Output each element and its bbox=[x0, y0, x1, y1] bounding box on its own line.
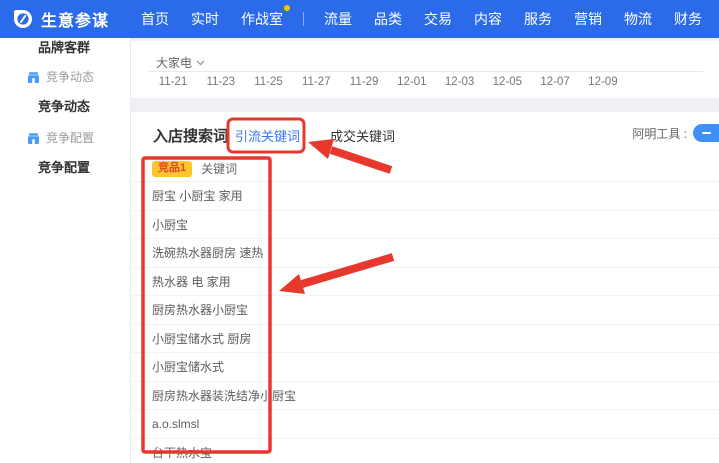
nav-item-marketing[interactable]: 营销 bbox=[563, 0, 613, 38]
axis-tick: 12-01 bbox=[397, 76, 427, 88]
keyword-row: a.o.slmsl bbox=[131, 410, 719, 439]
axis-tick: 12-09 bbox=[588, 76, 618, 88]
nav-menu: 首页 实时 作战室 流量 品类 交易 内容 服务 营销 物流 财务 市场 竞争 bbox=[130, 0, 719, 38]
keyword-row: 厨宝 小厨宝 家用 bbox=[131, 182, 719, 211]
sidebar-item-label: 竞争动态 bbox=[46, 70, 95, 84]
sidebar-item-competition-trends[interactable]: 竞争动态 bbox=[0, 67, 124, 87]
building-icon bbox=[28, 71, 39, 83]
app-window: 生意参谋 首页 实时 作战室 流量 品类 交易 内容 服务 营销 物流 财务 市… bbox=[0, 0, 719, 463]
keyword-tabs: 引流关键词 成交关键词 bbox=[235, 126, 395, 153]
x-axis-line bbox=[149, 71, 703, 72]
section-header: 入店搜索词 引流关键词 成交关键词 阿明工具 : bbox=[131, 112, 719, 156]
nav-item-realtime[interactable]: 实时 bbox=[180, 0, 230, 38]
brand-name: 生意参谋 bbox=[41, 13, 110, 30]
nav-item-trade[interactable]: 交易 bbox=[413, 0, 463, 38]
category-dropdown[interactable]: 大家电 bbox=[156, 54, 205, 71]
axis-tick: 11-27 bbox=[302, 76, 331, 88]
keyword-row: 厨房热水器装洗结净小厨宝 bbox=[131, 382, 719, 410]
nav-divider bbox=[303, 12, 304, 26]
axis-tick: 11-21 bbox=[158, 76, 188, 88]
search-words-card: 入店搜索词 引流关键词 成交关键词 阿明工具 : 竞品1 关键词 厨宝 小厨宝 … bbox=[131, 112, 719, 463]
keyword-table: 竞品1 关键词 厨宝 小厨宝 家用 小厨宝 洗碗热水器厨房 速热 热水器 电 家… bbox=[131, 156, 719, 463]
sidebar: 品牌客群 竞争动态 竞争动态 竞争配置 竞争配置 bbox=[0, 38, 131, 463]
nav-item-finance[interactable]: 财务 bbox=[663, 0, 713, 38]
keyword-row: 小厨宝 bbox=[131, 211, 719, 239]
column-header: 关键词 bbox=[201, 162, 238, 176]
keyword-row: 小厨宝储水式 bbox=[131, 353, 719, 382]
table-header: 竞品1 关键词 bbox=[131, 156, 719, 182]
notification-dot bbox=[284, 5, 290, 11]
keyword-row: 台下热水宝 bbox=[131, 439, 719, 463]
brand[interactable]: 生意参谋 bbox=[0, 7, 118, 31]
nav-item-category[interactable]: 品类 bbox=[363, 0, 413, 38]
toggle-dash-icon bbox=[702, 132, 711, 134]
axis-tick: 11-23 bbox=[206, 76, 236, 88]
competitor-badge: 竞品1 bbox=[152, 160, 193, 177]
sidebar-item-label: 竞争配置 bbox=[46, 131, 95, 145]
building-icon bbox=[28, 132, 39, 144]
nav-item-content[interactable]: 内容 bbox=[463, 0, 513, 38]
tab-transaction-keywords[interactable]: 成交关键词 bbox=[330, 126, 395, 145]
nav-item-warroom[interactable]: 作战室 bbox=[230, 0, 294, 38]
axis-tick: 12-05 bbox=[492, 76, 523, 88]
axis-tick: 11-29 bbox=[349, 76, 379, 88]
chart-card: 大家电 11-21 11-23 11-25 11-27 11-29 12-01 … bbox=[131, 41, 719, 98]
axis-tick: 11-25 bbox=[254, 76, 283, 88]
axis-tick: 12-03 bbox=[444, 76, 475, 88]
keyword-row: 厨房热水器小厨宝 bbox=[131, 296, 719, 325]
tools-area: 阿明工具 : bbox=[632, 124, 719, 142]
tools-toggle[interactable] bbox=[693, 124, 719, 142]
keyword-row: 热水器 电 家用 bbox=[131, 268, 719, 296]
sidebar-item-competition-config-group[interactable]: 竞争配置 bbox=[0, 158, 124, 178]
category-label: 大家电 bbox=[156, 56, 193, 70]
main-content: 大家电 11-21 11-23 11-25 11-27 11-29 12-01 … bbox=[131, 38, 719, 463]
nav-item-home[interactable]: 首页 bbox=[130, 0, 180, 38]
chevron-down-icon bbox=[196, 60, 205, 65]
tools-label: 阿明工具 : bbox=[632, 126, 687, 141]
sidebar-item-brand-audience[interactable]: 品牌客群 bbox=[0, 38, 124, 58]
nav-item-traffic[interactable]: 流量 bbox=[313, 0, 363, 38]
x-axis-ticks: 11-21 11-23 11-25 11-27 11-29 12-01 12-0… bbox=[155, 76, 621, 88]
keyword-row: 小厨宝储水式 厨房 bbox=[131, 325, 719, 353]
tab-traffic-keywords[interactable]: 引流关键词 bbox=[235, 126, 301, 153]
sidebar-item-competition-config[interactable]: 竞争配置 bbox=[0, 128, 124, 148]
keyword-row: 洗碗热水器厨房 速热 bbox=[131, 239, 719, 268]
pen-compass-logo-icon bbox=[14, 10, 32, 28]
top-nav: 生意参谋 首页 实时 作战室 流量 品类 交易 内容 服务 营销 物流 财务 市… bbox=[0, 0, 719, 38]
nav-item-label: 作战室 bbox=[241, 11, 283, 27]
axis-tick: 12-07 bbox=[540, 76, 570, 88]
sidebar-item-competition-trends-group[interactable]: 竞争动态 bbox=[0, 97, 124, 117]
nav-item-service[interactable]: 服务 bbox=[513, 0, 563, 38]
nav-item-logistics[interactable]: 物流 bbox=[613, 0, 663, 38]
page-title: 入店搜索词 bbox=[153, 128, 229, 145]
